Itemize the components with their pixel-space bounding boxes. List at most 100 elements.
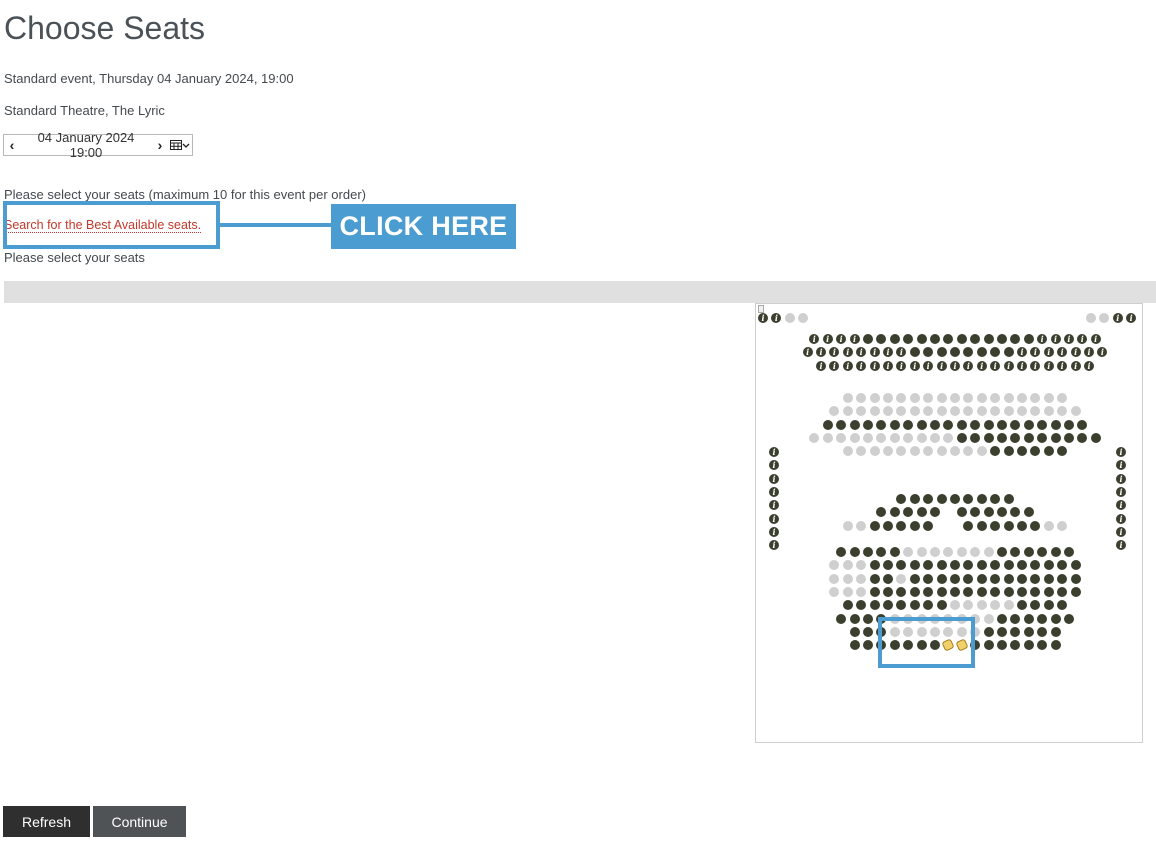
seat[interactable] (1037, 419, 1048, 430)
seat[interactable] (896, 600, 907, 611)
seat[interactable] (909, 600, 920, 611)
seat[interactable] (1030, 560, 1041, 571)
seat-info-icon[interactable]: i (769, 513, 779, 524)
seat[interactable] (1010, 547, 1021, 557)
seat[interactable] (883, 560, 893, 571)
seat[interactable] (1003, 560, 1014, 571)
seat[interactable] (970, 334, 981, 344)
seat[interactable] (842, 600, 853, 611)
seat-info-icon[interactable]: i (976, 360, 987, 371)
seat[interactable] (996, 507, 1007, 518)
seat[interactable] (862, 626, 873, 637)
seat[interactable] (1030, 446, 1041, 457)
seat[interactable] (970, 419, 981, 430)
seat-info-icon[interactable]: i (802, 347, 813, 358)
seat[interactable] (836, 613, 847, 624)
seat-info-icon[interactable]: i (1116, 460, 1126, 471)
seat[interactable] (1057, 586, 1068, 597)
seat[interactable] (876, 334, 887, 344)
seat[interactable] (909, 586, 920, 597)
seat[interactable] (1010, 613, 1021, 624)
seat[interactable] (876, 547, 887, 557)
seat[interactable] (1050, 640, 1061, 651)
seat[interactable] (1057, 573, 1068, 584)
seat[interactable] (883, 573, 893, 584)
seat[interactable] (929, 640, 940, 651)
seat[interactable] (889, 507, 900, 518)
seat[interactable] (1003, 347, 1014, 358)
selected-seat-icon[interactable] (941, 638, 955, 652)
calendar-dropdown-icon[interactable] (168, 140, 192, 150)
seat[interactable] (876, 613, 887, 624)
seat-info-icon[interactable]: i (1112, 313, 1123, 323)
seat[interactable] (1010, 626, 1021, 637)
seat[interactable] (923, 573, 934, 584)
seat[interactable] (1037, 547, 1048, 557)
seat[interactable] (923, 494, 934, 504)
seat-info-icon[interactable]: i (1050, 334, 1061, 344)
seat[interactable] (929, 419, 940, 430)
seat-info-icon[interactable]: i (771, 313, 782, 323)
seat[interactable] (869, 560, 880, 571)
seat[interactable] (822, 419, 833, 430)
seat[interactable] (1023, 432, 1034, 443)
seat[interactable] (996, 547, 1007, 557)
seat[interactable] (970, 432, 981, 443)
seat-map[interactable]: iiiiiiiiiiiiiiiiiiiiiiiiiiiiiiiiiiiiiiii… (755, 303, 1143, 743)
seat[interactable] (1017, 586, 1027, 597)
seat[interactable] (876, 419, 887, 430)
seat[interactable] (990, 446, 1001, 457)
seat-info-icon[interactable]: i (822, 334, 833, 344)
seat-info-icon[interactable]: i (769, 500, 779, 511)
seat[interactable] (1043, 573, 1054, 584)
seat[interactable] (1070, 560, 1081, 571)
seat[interactable] (1023, 613, 1034, 624)
seat[interactable] (883, 600, 893, 611)
seat-info-icon[interactable]: i (1116, 526, 1126, 537)
seat[interactable] (876, 640, 887, 651)
seat[interactable] (996, 432, 1007, 443)
seat[interactable] (849, 419, 860, 430)
seat[interactable] (1077, 419, 1088, 430)
seat-info-icon[interactable]: i (769, 540, 779, 551)
seat-info-icon[interactable]: i (1057, 360, 1068, 371)
seat[interactable] (1017, 600, 1027, 611)
continue-button[interactable]: Continue (93, 806, 186, 837)
seat[interactable] (1043, 586, 1054, 597)
seat[interactable] (876, 626, 887, 637)
seat[interactable] (936, 573, 947, 584)
seat-info-icon[interactable]: i (1043, 347, 1054, 358)
seat[interactable] (1003, 446, 1014, 457)
seat[interactable] (956, 419, 967, 430)
seat[interactable] (1017, 560, 1027, 571)
seat[interactable] (1003, 520, 1014, 531)
seat-info-icon[interactable]: i (1126, 313, 1137, 323)
seat[interactable] (1010, 432, 1021, 443)
seat[interactable] (1043, 600, 1054, 611)
seat[interactable] (869, 573, 880, 584)
seat[interactable] (1037, 432, 1048, 443)
seat-info-icon[interactable]: i (1030, 347, 1041, 358)
seat[interactable] (903, 507, 914, 518)
seat[interactable] (909, 494, 920, 504)
seat[interactable] (929, 334, 940, 344)
seat[interactable] (963, 520, 974, 531)
seat-info-icon[interactable]: i (856, 360, 867, 371)
seat-info-icon[interactable]: i (842, 360, 853, 371)
seat[interactable] (1003, 573, 1014, 584)
seat[interactable] (976, 573, 987, 584)
seat-info-icon[interactable]: i (883, 360, 893, 371)
seat[interactable] (1030, 600, 1041, 611)
seat[interactable] (970, 507, 981, 518)
seat[interactable] (1063, 547, 1074, 557)
seat[interactable] (1010, 419, 1021, 430)
seat[interactable] (909, 560, 920, 571)
seat-info-icon[interactable]: i (869, 360, 880, 371)
seat[interactable] (1023, 334, 1034, 344)
seat[interactable] (896, 520, 907, 531)
seat[interactable] (889, 547, 900, 557)
seat-info-icon[interactable]: i (1116, 486, 1126, 497)
seat[interactable] (1003, 586, 1014, 597)
seat-info-icon[interactable]: i (856, 347, 867, 358)
seat[interactable] (983, 334, 994, 344)
